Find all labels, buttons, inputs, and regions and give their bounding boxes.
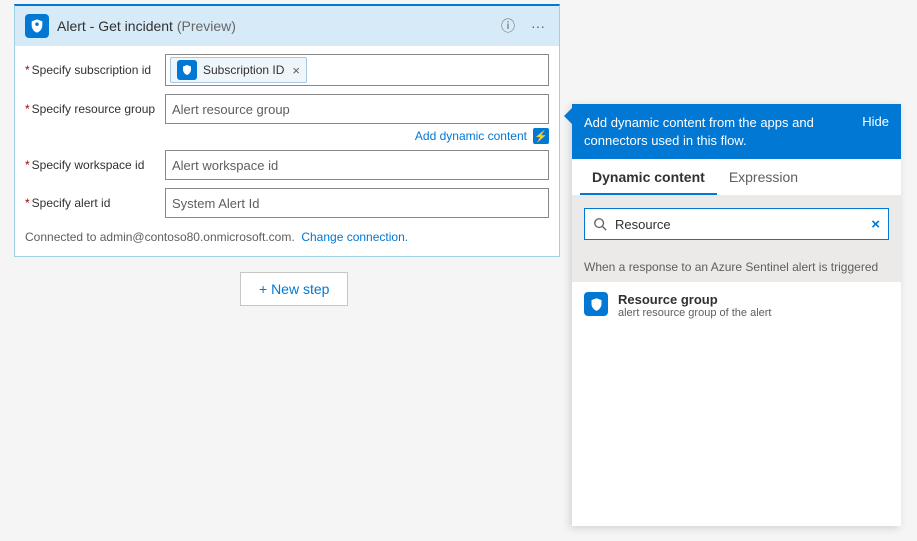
section-title: When a response to an Azure Sentinel ale… — [572, 252, 901, 282]
token-subscription-id[interactable]: Subscription ID × — [170, 57, 307, 83]
panel-tabs: Dynamic content Expression — [572, 159, 901, 196]
search-box[interactable]: × — [584, 208, 889, 240]
dynamic-content-panel: Add dynamic content from the apps and co… — [572, 104, 901, 526]
result-text: Resource group alert resource group of t… — [618, 292, 771, 319]
change-connection-link[interactable]: Change connection. — [301, 230, 408, 244]
field-label: *Specify alert id — [25, 196, 165, 210]
info-icon[interactable]: ⓘ — [497, 14, 519, 38]
clear-search-icon[interactable]: × — [871, 216, 880, 233]
search-container: × — [572, 196, 901, 252]
connection-info: Connected to admin@contoso80.onmicrosoft… — [25, 226, 549, 244]
workspace-input[interactable]: Alert workspace id — [165, 150, 549, 180]
tab-dynamic-content[interactable]: Dynamic content — [580, 159, 717, 195]
card-header[interactable]: Alert - Get incident (Preview) ⓘ ··· — [15, 6, 559, 46]
alert-id-input[interactable]: System Alert Id — [165, 188, 549, 218]
panel-header-text: Add dynamic content from the apps and co… — [584, 114, 852, 149]
search-input[interactable] — [615, 217, 863, 232]
add-dynamic-content-row: Add dynamic content ⚡ — [25, 128, 549, 144]
add-dynamic-content-link[interactable]: Add dynamic content — [415, 129, 527, 143]
result-title: Resource group — [618, 292, 771, 307]
hide-button[interactable]: Hide — [862, 114, 889, 129]
field-workspace: *Specify workspace id Alert workspace id — [25, 150, 549, 180]
sentinel-icon — [584, 292, 608, 316]
field-resource-group: *Specify resource group Alert resource g… — [25, 94, 549, 124]
result-resource-group[interactable]: Resource group alert resource group of t… — [572, 282, 901, 329]
field-label: *Specify resource group — [25, 102, 165, 116]
field-subscription: *Specify subscription id Subscription ID… — [25, 54, 549, 86]
token-label: Subscription ID — [203, 63, 284, 77]
subscription-input[interactable]: Subscription ID × — [165, 54, 549, 86]
field-label: *Specify workspace id — [25, 158, 165, 172]
new-step-button[interactable]: + New step — [240, 272, 348, 306]
panel-header: Add dynamic content from the apps and co… — [572, 104, 901, 159]
dynamic-content-badge-icon[interactable]: ⚡ — [533, 128, 549, 144]
field-label: *Specify subscription id — [25, 63, 165, 77]
card-title: Alert - Get incident (Preview) — [57, 18, 489, 34]
field-alert-id: *Specify alert id System Alert Id — [25, 188, 549, 218]
tab-expression[interactable]: Expression — [717, 159, 810, 195]
card-body: *Specify subscription id Subscription ID… — [15, 46, 559, 256]
search-icon — [593, 217, 607, 231]
action-card: Alert - Get incident (Preview) ⓘ ··· *Sp… — [14, 4, 560, 257]
sentinel-icon — [25, 14, 49, 38]
panel-arrow-icon — [564, 108, 572, 124]
token-remove-icon[interactable]: × — [292, 63, 300, 78]
resource-group-input[interactable]: Alert resource group — [165, 94, 549, 124]
more-icon[interactable]: ··· — [527, 16, 549, 36]
result-subtitle: alert resource group of the alert — [618, 307, 771, 319]
sentinel-icon — [177, 60, 197, 80]
